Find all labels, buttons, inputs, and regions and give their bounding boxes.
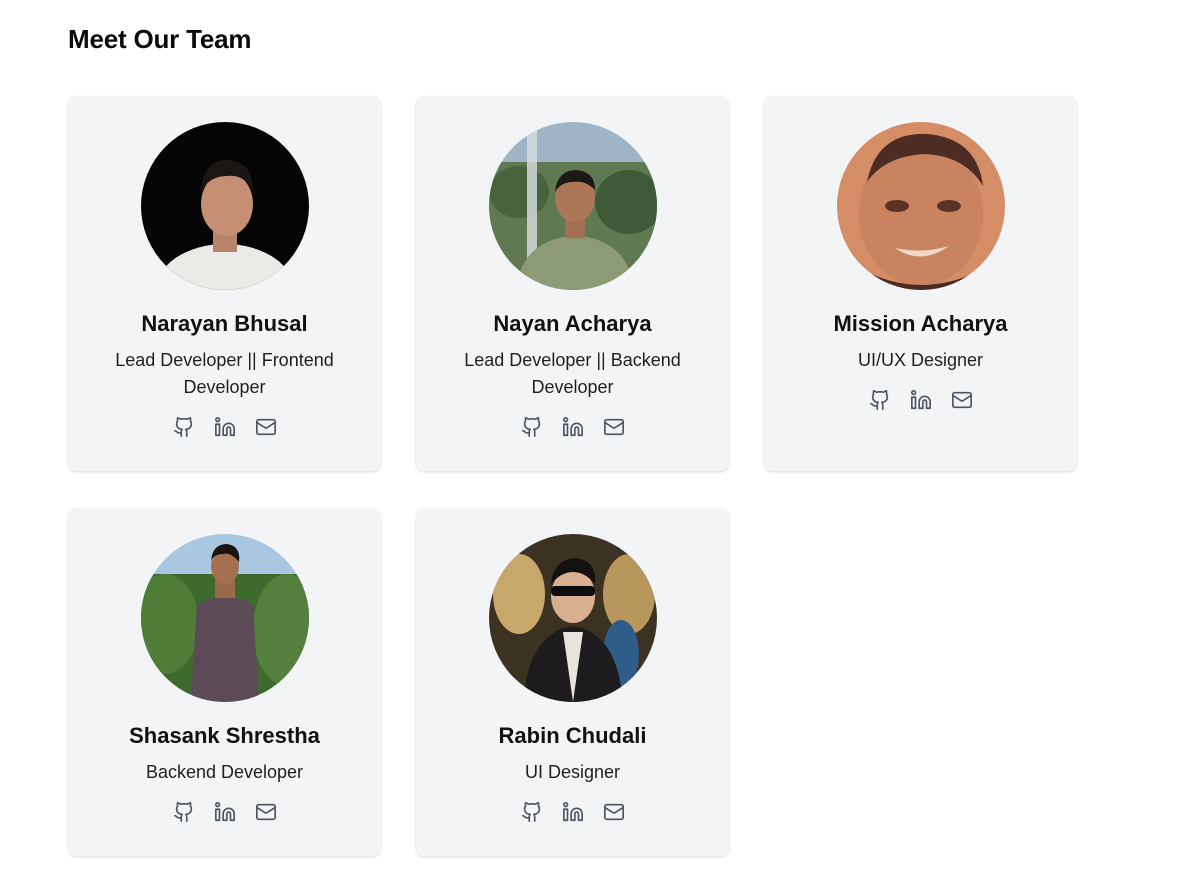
team-card: Rabin Chudali UI Designer xyxy=(416,508,729,856)
mail-icon[interactable] xyxy=(254,415,278,439)
mail-icon[interactable] xyxy=(602,800,626,824)
avatar xyxy=(140,122,309,290)
mail-icon[interactable] xyxy=(950,388,974,412)
github-icon[interactable] xyxy=(172,800,196,824)
team-card: Mission Acharya UI/UX Designer xyxy=(764,96,1077,471)
mail-icon[interactable] xyxy=(254,800,278,824)
github-icon[interactable] xyxy=(868,388,892,412)
github-icon[interactable] xyxy=(172,415,196,439)
page-title: Meet Our Team xyxy=(68,24,252,54)
member-role: UI Designer xyxy=(524,762,621,782)
social-links xyxy=(868,388,974,412)
github-icon[interactable] xyxy=(520,800,544,824)
mail-icon[interactable] xyxy=(602,415,626,439)
avatar xyxy=(488,122,657,290)
team-card: Shasank Shrestha Backend Developer xyxy=(68,508,381,856)
team-card: Nayan Acharya Lead Developer || Backend … xyxy=(416,96,729,471)
social-links xyxy=(520,415,626,439)
avatar xyxy=(488,534,657,702)
member-name: Nayan Acharya xyxy=(493,311,652,336)
member-role: Lead Developer || Backend Developer xyxy=(464,350,681,397)
linkedin-icon[interactable] xyxy=(213,800,237,824)
linkedin-icon[interactable] xyxy=(909,388,933,412)
social-links xyxy=(172,415,278,439)
social-links xyxy=(520,800,626,824)
member-role: UI/UX Designer xyxy=(857,350,984,370)
member-name: Narayan Bhusal xyxy=(141,311,308,336)
social-links xyxy=(172,800,278,824)
team-card: Narayan Bhusal Lead Developer || Fronten… xyxy=(68,96,381,471)
linkedin-icon[interactable] xyxy=(561,415,585,439)
member-name: Rabin Chudali xyxy=(498,723,647,748)
member-role: Backend Developer xyxy=(145,762,304,782)
member-name: Mission Acharya xyxy=(833,311,1008,336)
avatar xyxy=(140,534,309,702)
avatar xyxy=(836,122,1005,290)
github-icon[interactable] xyxy=(520,415,544,439)
linkedin-icon[interactable] xyxy=(213,415,237,439)
member-name: Shasank Shrestha xyxy=(129,723,320,748)
member-role: Lead Developer || Frontend Developer xyxy=(115,350,334,397)
linkedin-icon[interactable] xyxy=(561,800,585,824)
